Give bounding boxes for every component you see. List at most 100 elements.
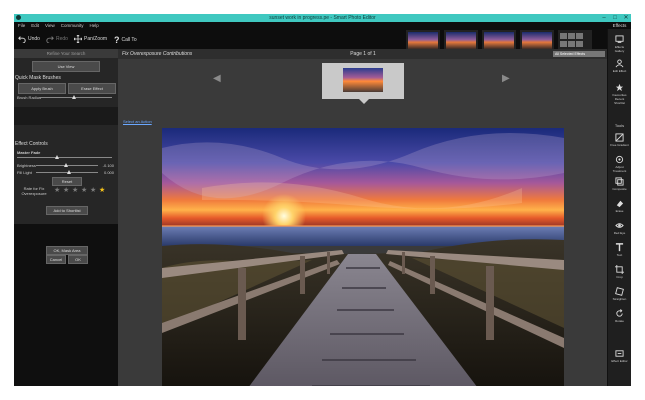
sidebar-item-label: Favourites Recent Shortlist (612, 93, 627, 105)
tool-eye[interactable]: Red Eye (610, 219, 629, 239)
use-view-button[interactable]: Use View (32, 61, 100, 72)
star-icon (615, 83, 624, 92)
ok-button[interactable]: OK (68, 255, 88, 264)
gallery-grid-cell (568, 41, 575, 47)
rate-label: Rate for Fix Overexposure (21, 186, 47, 196)
sidebar-item-effects-gallery[interactable]: Effects Gallery (610, 33, 629, 53)
filmstrip: ◀ ▶ (118, 59, 608, 105)
sidebar-item-label: Adjust Treatment (612, 165, 627, 173)
master-fade-slider[interactable] (17, 155, 112, 159)
preset-thumbnail (408, 32, 438, 49)
reset-button[interactable]: Reset (52, 177, 82, 186)
adjust-icon (615, 155, 624, 164)
menu-file[interactable]: File (18, 22, 25, 29)
tool-straighten[interactable]: Straighten (610, 285, 629, 305)
undo-button[interactable]: Undo (18, 35, 40, 43)
rating-star-icon[interactable]: ★ (90, 187, 97, 194)
tool-crop[interactable]: Crop (610, 263, 629, 283)
action-link[interactable]: Select an Action (123, 119, 152, 124)
tool-text[interactable]: Text (610, 241, 629, 261)
tool-composite[interactable]: Composite (610, 175, 629, 195)
quick-mask-title: Quick Mask Brushes (15, 75, 61, 81)
app-window: sunset work in progress.pe - Smart Photo… (14, 14, 631, 386)
call-to-label: Call To (121, 37, 137, 43)
sidebar-item-label: Red Eye (613, 231, 626, 235)
rating-star-icon[interactable]: ★ (99, 187, 106, 194)
sidebar-item-star[interactable]: Favourites Recent Shortlist (610, 81, 629, 105)
ok-mask-area-button[interactable]: OK, Mask Area (46, 246, 88, 255)
sidebar-item-label: Effects Gallery (614, 45, 625, 53)
master-fade-label: Master Fade (17, 150, 41, 155)
rating-star-icon[interactable]: ★ (63, 187, 70, 194)
page-indicator: Page 1 of 1 (350, 51, 376, 57)
fill-light-slider[interactable] (36, 170, 98, 174)
erase-effect-button[interactable]: Erase Effect (68, 83, 116, 94)
add-to-shortlist-label: Add to Shortlist (53, 208, 81, 213)
tool-adjust[interactable]: Adjust Treatment (610, 153, 629, 173)
brightness-value: -0.100 (102, 163, 114, 168)
minimize-button[interactable]: – (599, 14, 609, 22)
rating-star-icon[interactable]: ★ (54, 187, 61, 194)
title-bar: sunset work in progress.pe - Smart Photo… (14, 14, 631, 22)
apply-brush-label: Apply Brush (31, 86, 53, 91)
mask-spacer (14, 107, 118, 125)
rating-star-icon[interactable]: ★ (81, 187, 88, 194)
pan-zoom-icon (74, 35, 82, 43)
effect-filter-dropdown[interactable]: All Selected Effects (553, 51, 605, 57)
menu-edit[interactable]: Edit (31, 22, 39, 29)
refine-search-header[interactable]: Refine Your Search (14, 49, 118, 58)
sidebar-item-label: Straighten (612, 297, 627, 301)
redo-label: Redo (56, 36, 68, 42)
slider-handle[interactable] (63, 163, 68, 167)
menu-help[interactable]: Help (89, 22, 98, 29)
brush-radius-slider[interactable] (40, 95, 112, 99)
menu-view[interactable]: View (45, 22, 55, 29)
pan-zoom-button[interactable]: Pan/Zoom (74, 35, 107, 43)
erase-effect-label: Erase Effect (81, 86, 103, 91)
sidebar-item-effect-editor[interactable]: Effect Editor (610, 347, 629, 367)
add-to-shortlist-button[interactable]: Add to Shortlist (46, 206, 88, 215)
thumbnail-image (343, 68, 383, 92)
toolbar: Undo Redo Pan/Zoom ? Call To Original im… (14, 29, 608, 56)
menu-community[interactable]: Community (61, 22, 84, 29)
sidebar-item-person[interactable]: Edit Effect (610, 57, 629, 77)
apply-brush-button[interactable]: Apply Brush (18, 83, 66, 94)
gallery-grid-cell (560, 33, 567, 39)
next-arrow-icon[interactable]: ▶ (502, 73, 510, 84)
tool-rotate[interactable]: Rotate (610, 307, 629, 327)
slider-handle[interactable] (67, 170, 71, 174)
rating-star-icon[interactable]: ★ (72, 187, 79, 194)
brush-radius-label: Brush Radius (17, 95, 42, 100)
call-to-button[interactable]: ? Call To (114, 35, 137, 45)
effect-editor-icon (615, 350, 624, 357)
gallery-grid-cell (568, 33, 575, 39)
slider-handle[interactable] (72, 95, 77, 99)
composite-icon (615, 177, 624, 186)
undo-icon (18, 36, 26, 43)
maximize-button[interactable]: □ (610, 14, 620, 22)
sidebar-item-label: Text (616, 253, 623, 257)
close-button[interactable]: ✕ (621, 14, 631, 22)
redo-button[interactable]: Redo (46, 35, 68, 43)
sidebar-item-label: Composite (612, 187, 627, 191)
effects-label: Effects (608, 22, 631, 29)
photo-canvas[interactable] (162, 128, 564, 386)
tool-eraser[interactable]: Erase (610, 197, 629, 217)
sidebar-item-label: Rotate (615, 319, 624, 323)
main-header: Fix Overexposure Contributions Page 1 of… (118, 49, 608, 59)
filmstrip-selected-thumbnail[interactable] (322, 63, 404, 104)
tools-heading: Tools (614, 123, 625, 128)
preset-thumbnail (446, 32, 476, 49)
slider-handle[interactable] (55, 155, 59, 159)
rating-stars[interactable]: ★ ★ ★ ★ ★ ★ (54, 187, 106, 194)
prev-arrow-icon[interactable]: ◀ (213, 73, 221, 84)
gallery-grid-cell (576, 33, 583, 39)
brightness-label: Brightness (17, 163, 36, 168)
undo-label: Undo (28, 36, 40, 42)
cancel-button[interactable]: Cancel (46, 255, 66, 264)
gradient-icon (615, 133, 624, 142)
tool-gradient[interactable]: Free Gradient (610, 131, 629, 151)
brightness-slider[interactable] (36, 163, 98, 167)
text-icon (615, 243, 624, 252)
window-title: sunset work in progress.pe - Smart Photo… (269, 15, 376, 21)
